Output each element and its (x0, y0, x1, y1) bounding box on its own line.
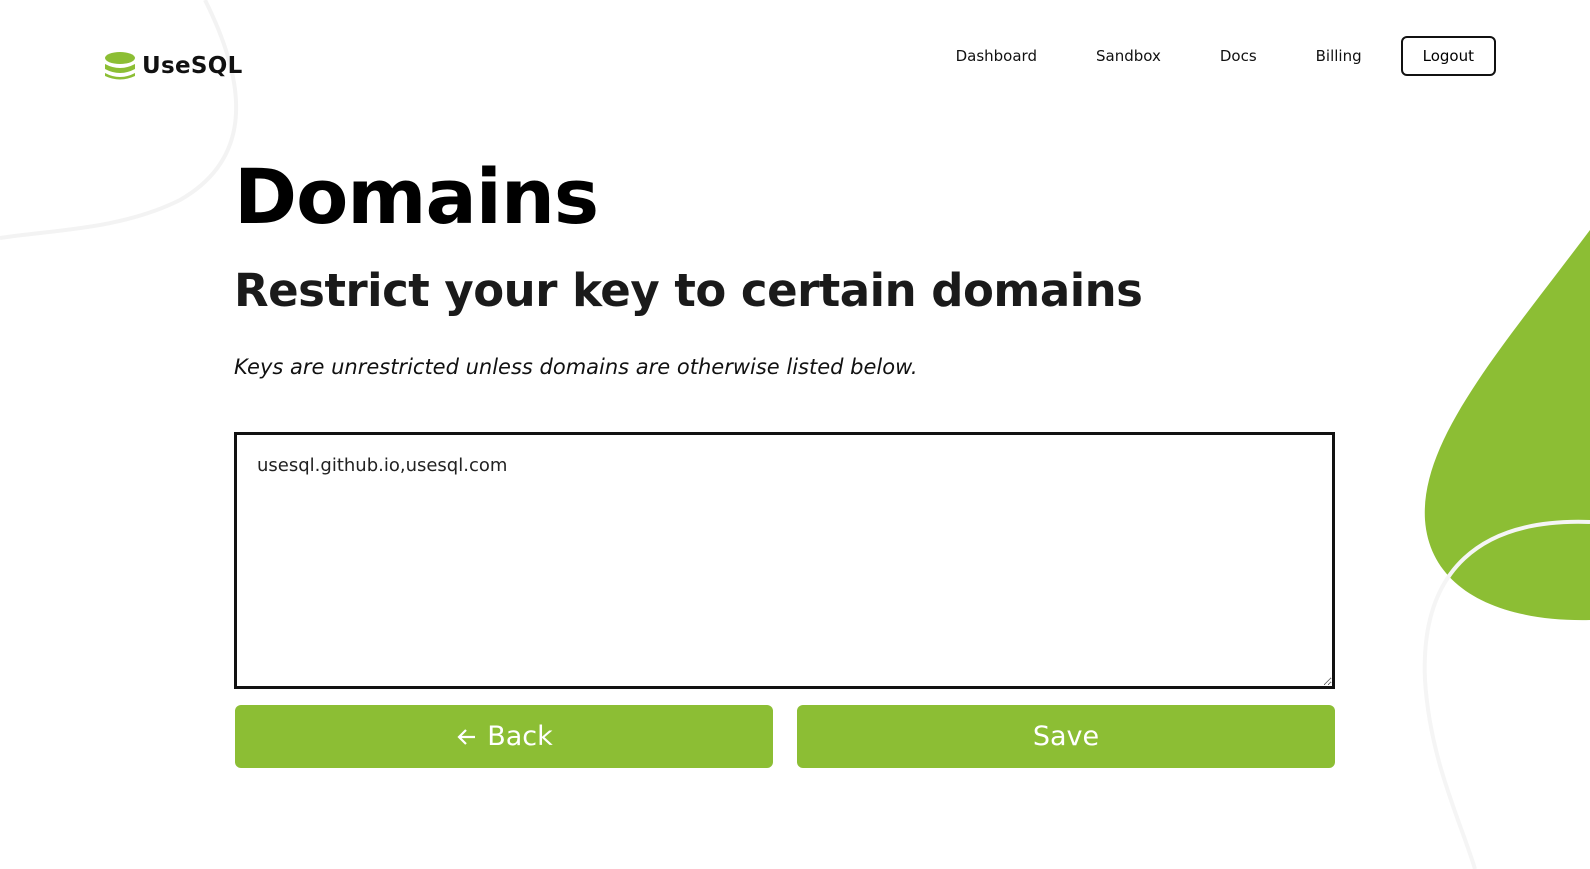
nav-dashboard[interactable]: Dashboard (956, 47, 1037, 65)
page-subtitle: Restrict your key to certain domains (234, 264, 1143, 317)
nav-sandbox[interactable]: Sandbox (1096, 47, 1161, 65)
restriction-note: Keys are unrestricted unless domains are… (234, 355, 918, 379)
back-button[interactable]: Back (235, 705, 773, 768)
database-icon (105, 52, 135, 80)
save-button[interactable]: Save (797, 705, 1335, 768)
logo[interactable]: UseSQL (104, 50, 243, 82)
logout-button[interactable]: Logout (1400, 36, 1496, 76)
nav-docs[interactable]: Docs (1220, 47, 1257, 65)
save-label: Save (1032, 721, 1100, 752)
brand-name: UseSQL (142, 53, 243, 79)
page-title: Domains (234, 152, 599, 241)
nav-billing[interactable]: Billing (1316, 47, 1362, 65)
back-label: Back (487, 721, 553, 752)
top-nav: Dashboard Sandbox Docs Billing Logout (897, 36, 1496, 76)
arrow-left-icon (457, 728, 476, 745)
domains-input[interactable] (234, 432, 1335, 689)
